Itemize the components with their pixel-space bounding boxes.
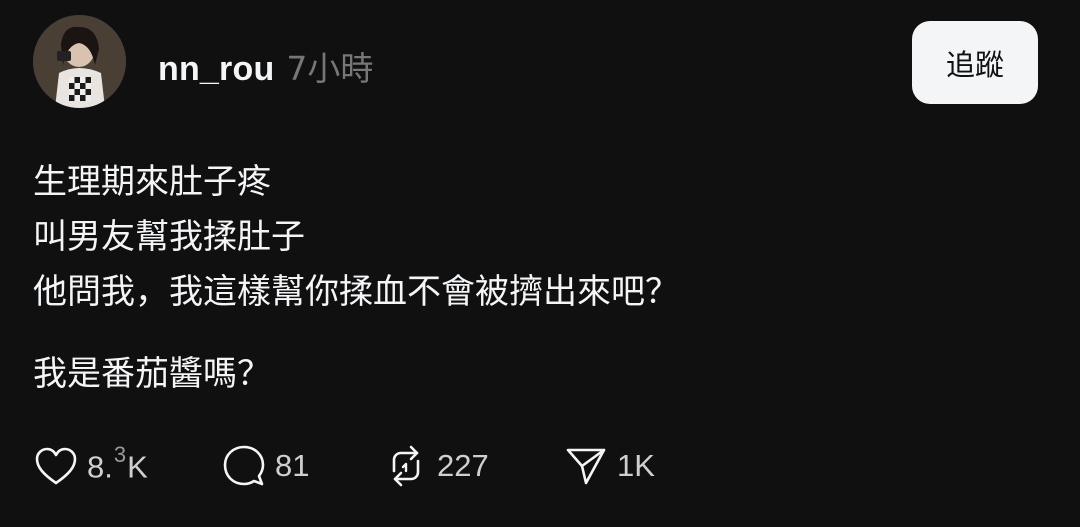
post-body-line: 生理期來肚子疼 (33, 162, 271, 202)
like-count-main: 8. (87, 449, 113, 485)
username-link[interactable]: nn_rou (158, 50, 274, 89)
repost-button[interactable]: 227 (383, 443, 489, 489)
post-timestamp: 7小時 (286, 49, 374, 88)
repost-icon (383, 443, 429, 489)
action-bar: 8.3K 81 227 1K (33, 442, 733, 489)
share-button[interactable]: 1K (563, 443, 655, 489)
like-button[interactable]: 8.3K (33, 442, 148, 489)
heart-icon (33, 443, 79, 489)
share-count: 1K (617, 448, 655, 483)
repost-count: 227 (437, 448, 489, 483)
post-body-line: 我是番茄醬嗎？ (33, 354, 271, 394)
like-count-superscript: 3 (113, 442, 127, 468)
like-count-unit: K (127, 449, 148, 485)
like-count: 8.3K (87, 442, 148, 485)
post-header: nn_rou 7小時 (158, 42, 373, 90)
follow-button[interactable]: 追蹤 (912, 21, 1038, 104)
post-body-line: 他問我，我這樣幫你揉血不會被擠出來吧？ (33, 272, 679, 312)
comment-icon (221, 443, 267, 489)
send-icon (563, 443, 609, 489)
post-body-line: 叫男友幫我揉肚子 (33, 217, 305, 257)
avatar-photo-icon (33, 15, 126, 108)
reply-count: 81 (275, 448, 310, 483)
post-card: nn_rou 7小時 追蹤 生理期來肚子疼 叫男友幫我揉肚子 他問我，我這樣幫你… (0, 0, 1080, 527)
reply-button[interactable]: 81 (221, 443, 309, 489)
post-body: 生理期來肚子疼 叫男友幫我揉肚子 他問我，我這樣幫你揉血不會被擠出來吧？ 我是番… (33, 155, 679, 402)
avatar[interactable] (33, 15, 126, 108)
